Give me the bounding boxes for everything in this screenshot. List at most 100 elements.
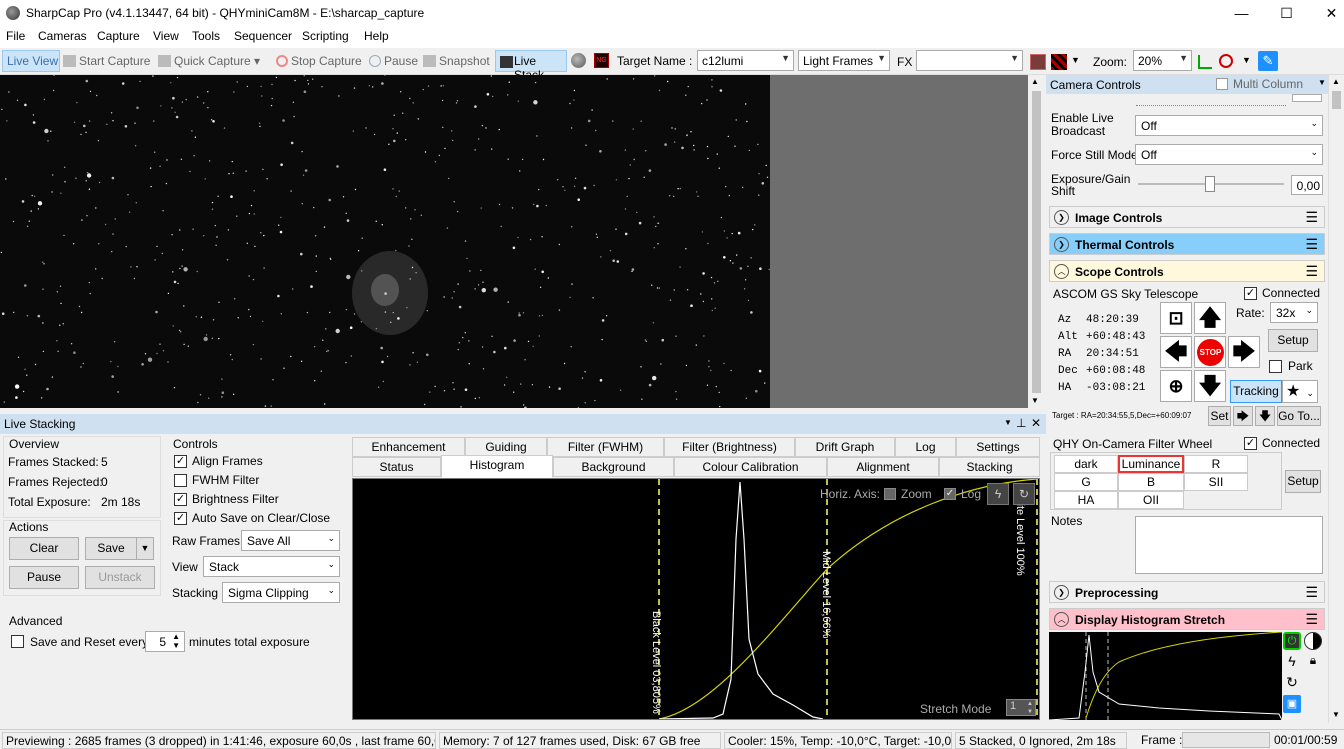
stacking-select[interactable]: Sigma Clipping ⌄ [222, 582, 340, 603]
live-view-button[interactable]: Live View [2, 50, 60, 72]
auto-save-checkbox[interactable]: ✓ [174, 512, 187, 525]
tab-colour-calibration[interactable]: Colour Calibration [674, 457, 827, 477]
menu-cameras[interactable]: Cameras [38, 29, 87, 43]
save-button[interactable]: Save [85, 537, 137, 560]
brightness-filter-checkbox[interactable]: ✓ [174, 493, 187, 506]
image-preview[interactable] [0, 75, 770, 408]
unstack-button[interactable]: Unstack [85, 566, 155, 589]
south-arrow-icon[interactable]: 🡇 [1194, 370, 1226, 402]
park-checkbox[interactable] [1269, 360, 1282, 373]
menu-sequencer[interactable]: Sequencer [234, 29, 292, 43]
snapshot-button[interactable]: Snapshot [423, 54, 490, 68]
right-panel-scrollbar[interactable]: ▲ ▼ [1328, 75, 1344, 723]
tab-log[interactable]: Log [895, 437, 956, 457]
stop-capture-button[interactable]: Stop Capture [276, 54, 362, 68]
lock-icon[interactable]: 🔒︎ [1304, 653, 1322, 671]
log-checkbox[interactable]: ✓ [944, 488, 956, 500]
polar-align-icon[interactable] [571, 53, 586, 68]
image-controls-header[interactable]: ❯ Image Controls ☰ [1049, 206, 1325, 228]
scope-setup-button[interactable]: Setup [1268, 329, 1318, 352]
exposure-gain-shift-value[interactable]: 0,00 [1291, 175, 1323, 195]
tab-background[interactable]: Background [553, 457, 674, 477]
view-select[interactable]: Stack ⌄ [203, 556, 340, 577]
filter-luminance[interactable]: Luminance [1118, 455, 1184, 473]
target-name-input[interactable]: c12lumi ▼ [697, 50, 794, 71]
raw-frames-select[interactable]: Save All ⌄ [241, 530, 340, 551]
scroll-down-icon[interactable]: ▼ [1332, 710, 1340, 719]
multi-column-checkbox[interactable] [1216, 78, 1228, 90]
tab-alignment[interactable]: Alignment [827, 457, 939, 477]
tab-stacking[interactable]: Stacking [939, 457, 1040, 477]
reticle-icon[interactable] [1030, 54, 1046, 70]
frame-type-select[interactable]: Light Frames ▼ [798, 50, 890, 71]
zoom-icon[interactable] [1219, 54, 1233, 68]
filter-g[interactable]: G [1054, 473, 1118, 491]
contrast-icon[interactable] [1304, 632, 1322, 650]
zoom-select[interactable]: 20% ▼ [1133, 50, 1192, 71]
ng-icon[interactable]: NG [594, 53, 609, 68]
close-button[interactable]: ✕ [1309, 0, 1344, 26]
tab-guiding[interactable]: Guiding [465, 437, 547, 457]
auto-stretch-icon[interactable]: ϟ [1283, 653, 1301, 671]
menu-capture[interactable]: Capture [97, 29, 140, 43]
tab-status[interactable]: Status [352, 457, 441, 477]
filter-b[interactable]: B [1118, 473, 1184, 491]
pause-button[interactable]: Pause [369, 54, 418, 68]
menu-scripting[interactable]: Scripting [302, 29, 349, 43]
filter-wheel-setup-button[interactable]: Setup [1285, 470, 1321, 493]
pause-stack-button[interactable]: Pause [9, 566, 79, 589]
pin-icon[interactable]: ✎ [1258, 51, 1278, 71]
histogram-icon[interactable] [1198, 55, 1212, 69]
zoom-checkbox[interactable] [884, 488, 896, 500]
menu-view[interactable]: View [153, 29, 179, 43]
filter-dark[interactable]: dark [1054, 455, 1118, 473]
power-icon[interactable]: ⏻ [1283, 632, 1301, 650]
home-target-icon[interactable]: ⊕ [1160, 370, 1192, 402]
spiral-search-icon[interactable]: ⊡ [1160, 302, 1192, 334]
menu-help[interactable]: Help [364, 29, 389, 43]
pin-icon[interactable]: ⊥ [1016, 416, 1026, 430]
scroll-up-icon[interactable]: ▲ [1031, 77, 1039, 86]
stretch-mode-stepper[interactable]: 1 ▲ ▼ [1006, 699, 1036, 716]
menu-file[interactable]: File [6, 29, 25, 43]
save-icon[interactable]: ▣ [1283, 695, 1301, 713]
usb-traffic-value[interactable] [1292, 94, 1322, 102]
filter-r[interactable]: R [1184, 455, 1248, 473]
reset-icon[interactable]: ↻ [1013, 483, 1035, 505]
close-panel-icon[interactable]: ✕ [1031, 416, 1041, 430]
panel-menu-icon[interactable]: ▼ [1318, 78, 1326, 87]
preprocessing-header[interactable]: ❯ Preprocessing ☰ [1049, 581, 1325, 603]
save-reset-checkbox[interactable] [11, 635, 24, 648]
scroll-thumb[interactable] [1332, 91, 1341, 109]
quick-capture-button[interactable]: Quick Capture ▾ [158, 54, 260, 68]
filter-oii[interactable]: OII [1118, 491, 1184, 509]
star-icon[interactable]: ★ ⌄ [1282, 380, 1318, 403]
fx-select[interactable]: ▼ [916, 50, 1023, 71]
align-frames-checkbox[interactable]: ✓ [174, 455, 187, 468]
tracking-button[interactable]: Tracking [1230, 380, 1282, 403]
menu-tools[interactable]: Tools [192, 29, 220, 43]
grid-overlay-icon[interactable] [1051, 54, 1067, 70]
tab-enhancement[interactable]: Enhancement [352, 437, 465, 457]
dropdown-arrow-icon[interactable]: ▼ [1071, 55, 1080, 65]
scroll-down-icon[interactable]: ▼ [1031, 396, 1039, 405]
filter-sii[interactable]: SII [1184, 473, 1248, 491]
tab-filter-brightness[interactable]: Filter (Brightness) [664, 437, 795, 457]
scope-controls-header[interactable]: ︿ Scope Controls ☰ [1049, 260, 1325, 282]
tab-histogram[interactable]: Histogram [441, 455, 553, 478]
west-arrow-icon[interactable]: 🡄 [1160, 336, 1192, 368]
scroll-up-icon[interactable]: ▲ [1332, 77, 1340, 86]
slider-thumb[interactable] [1205, 176, 1215, 192]
minimize-button[interactable]: — [1219, 0, 1264, 26]
arrow-right-button[interactable]: 🡆 [1233, 406, 1253, 426]
tab-settings[interactable]: Settings [956, 437, 1040, 457]
scope-connected-checkbox[interactable]: ✓ [1244, 287, 1257, 300]
usb-traffic-slider[interactable] [1136, 96, 1286, 106]
enable-live-broadcast-select[interactable]: Off ⌄ [1135, 115, 1323, 136]
display-histogram-stretch-header[interactable]: ︿ Display Histogram Stretch ☰ [1049, 608, 1325, 630]
tab-drift-graph[interactable]: Drift Graph [795, 437, 895, 457]
preview-scrollbar[interactable]: ▲ ▼ [1028, 75, 1045, 408]
clear-button[interactable]: Clear [9, 537, 79, 560]
save-dropdown-button[interactable]: ▼ [136, 537, 154, 560]
tab-filter-fwhm[interactable]: Filter (FWHM) [547, 437, 664, 457]
